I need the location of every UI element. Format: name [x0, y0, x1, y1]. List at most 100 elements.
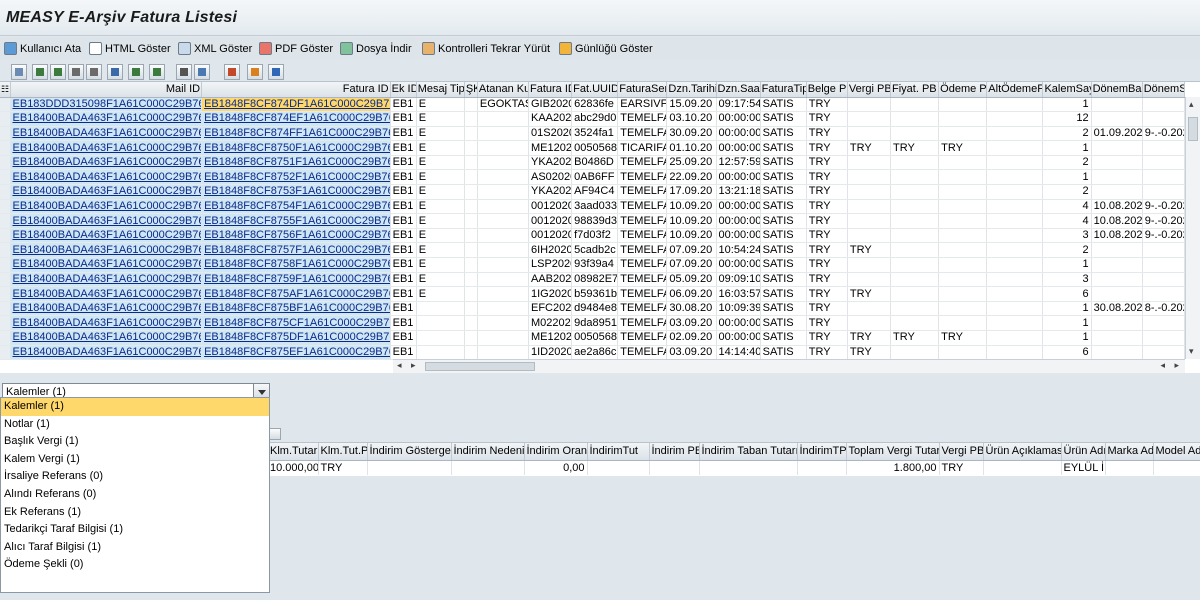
row-selector[interactable]: [0, 184, 11, 200]
dropdown-option[interactable]: Alıcı Taraf Bilgisi (1): [1, 539, 269, 557]
items-column-header[interactable]: İndirim Taban Tutarı: [699, 443, 798, 461]
invoice-id-link[interactable]: EB1848F8CF875EF1A61C000C29B7663D: [201, 345, 391, 361]
show-log-button[interactable]: Günlüğü Göster: [559, 40, 653, 57]
invoice-id-link[interactable]: EB1848F8CF8758F1A61C000C29B7663D: [201, 257, 391, 273]
sum-button[interactable]: [128, 64, 144, 80]
mail-id-link[interactable]: EB18400BADA463F1A61C000C29B7663D: [10, 126, 203, 142]
row-selector[interactable]: [0, 199, 11, 215]
scroll-up-icon[interactable]: ▴: [1189, 99, 1194, 110]
row-selector[interactable]: [0, 242, 11, 259]
scroll-left-end-icon[interactable]: ◂: [1160, 360, 1165, 371]
dropdown-option[interactable]: Kalemler (1): [1, 398, 269, 416]
invoice-id-link[interactable]: EB1848F8CF875AF1A61C000C29B7663D: [201, 286, 391, 302]
table-row[interactable]: EB18400BADA463F1A61C000C29B7663DEB1848F8…: [0, 345, 1186, 361]
invoice-id-link[interactable]: EB1848F8CF874EF1A61C000C29B7663D: [201, 111, 391, 127]
table-row[interactable]: EB18400BADA463F1A61C000C29B7663DEB1848F8…: [0, 228, 1186, 244]
detail-button[interactable]: [11, 64, 27, 80]
column-header[interactable]: Fatura ID: [201, 82, 391, 98]
mail-id-link[interactable]: EB18400BADA463F1A61C000C29B7663D: [10, 242, 203, 259]
column-header[interactable]: DönemBaşT: [1091, 82, 1143, 98]
column-header[interactable]: Ek ID: [390, 82, 417, 98]
column-header[interactable]: KalemSayı: [1042, 82, 1092, 98]
items-column-header[interactable]: Ürün Açıklaması: [983, 443, 1062, 461]
invoice-id-link[interactable]: EB1848F8CF875BF1A61C000C29B7663D: [201, 301, 391, 317]
table-row[interactable]: EB18400BADA463F1A61C000C29B7663DEB1848F8…: [0, 184, 1186, 200]
assign-user-button[interactable]: Kullanıcı Ata: [4, 40, 81, 57]
dropdown-option[interactable]: Ek Referans (1): [1, 504, 269, 522]
scroll-right-icon[interactable]: ▸: [1174, 360, 1179, 371]
invoice-id-link[interactable]: EB1848F8CF874FF1A61C000C29B7663D: [201, 126, 391, 142]
scroll-thumb[interactable]: [1188, 117, 1198, 141]
scroll-down-icon[interactable]: ▾: [1189, 346, 1194, 357]
chart-button[interactable]: [247, 64, 263, 80]
row-selector[interactable]: [0, 140, 11, 156]
filter-button[interactable]: [107, 64, 123, 80]
mail-id-link[interactable]: EB18400BADA463F1A61C000C29B7663D: [10, 301, 203, 317]
table-row[interactable]: EB18400BADA463F1A61C000C29B7663DEB1848F8…: [0, 242, 1186, 259]
items-column-header[interactable]: Marka Adı: [1105, 443, 1154, 461]
mail-id-link[interactable]: EB18400BADA463F1A61C000C29B7663D: [10, 199, 203, 215]
vertical-scrollbar[interactable]: ▴ ▾: [1185, 97, 1200, 359]
items-column-header[interactable]: Klm.Tutarı: [268, 443, 319, 461]
table-row[interactable]: EB183DDD315098F1A61C000C29B7663DEB1848F8…: [0, 97, 1186, 113]
mail-id-link[interactable]: EB18400BADA463F1A61C000C29B7663D: [10, 213, 203, 229]
invoice-id-link[interactable]: EB1848F8CF8752F1A61C000C29B7663D: [201, 169, 391, 186]
column-header[interactable]: AltÖdemePB: [986, 82, 1044, 98]
scroll-left-icon[interactable]: ◂: [397, 360, 402, 371]
dropdown-option[interactable]: Alındı Referans (0): [1, 486, 269, 504]
table-row[interactable]: EB18400BADA463F1A61C000C29B7663DEB1848F8…: [0, 272, 1186, 288]
invoice-id-link[interactable]: EB1848F8CF875DF1A61C000C29B7663D: [201, 330, 391, 346]
table-row[interactable]: EB18400BADA463F1A61C000C29B7663DEB1848F8…: [0, 286, 1186, 302]
items-column-header[interactable]: Ürün Adı: [1061, 443, 1106, 461]
invoice-id-link[interactable]: EB1848F8CF874DF1A61C000C29B7663D: [201, 97, 391, 113]
invoice-id-link[interactable]: EB1848F8CF8750F1A61C000C29B7663D: [201, 140, 391, 156]
column-header[interactable]: Belge PB: [806, 82, 848, 98]
items-column-header[interactable]: İndirim Göstergesi: [367, 443, 452, 461]
invoice-id-link[interactable]: EB1848F8CF8757F1A61C000C29B7663D: [201, 242, 391, 259]
dropdown-option[interactable]: Başlık Vergi (1): [1, 433, 269, 451]
table-row[interactable]: EB18400BADA463F1A61C000C29B7663DEB1848F8…: [0, 257, 1186, 273]
show-html-button[interactable]: HTML Göster: [89, 40, 171, 57]
mail-id-link[interactable]: EB18400BADA463F1A61C000C29B7663D: [10, 272, 203, 288]
mail-id-link[interactable]: EB18400BADA463F1A61C000C29B7663D: [10, 315, 203, 331]
column-header[interactable]: Vergi PB: [847, 82, 892, 98]
find-next-button[interactable]: [86, 64, 102, 80]
row-selector[interactable]: [0, 228, 11, 244]
column-header[interactable]: Fat.UUID: [571, 82, 619, 98]
items-column-header[interactable]: İndirim Oranı: [524, 443, 588, 461]
mail-id-link[interactable]: EB18400BADA463F1A61C000C29B7663D: [10, 228, 203, 244]
sort-asc-button[interactable]: [32, 64, 48, 80]
items-row[interactable]: 10.000,00 TRY 0,00 1.800,00 TRY EYLÜL İ: [268, 460, 1200, 475]
row-selector[interactable]: [0, 286, 11, 302]
dropdown-option[interactable]: Notlar (1): [1, 416, 269, 434]
items-column-header[interactable]: İndirimTut: [587, 443, 650, 461]
items-column-header[interactable]: Klm.Tut.P: [318, 443, 368, 461]
table-row[interactable]: EB18400BADA463F1A61C000C29B7663DEB1848F8…: [0, 169, 1186, 186]
export-button[interactable]: [194, 64, 210, 80]
sort-desc-button[interactable]: [50, 64, 66, 80]
row-selector[interactable]: [0, 257, 11, 273]
column-header[interactable]: Mesaj Tipi: [416, 82, 465, 98]
dropdown-option[interactable]: Kalem Vergi (1): [1, 451, 269, 469]
dropdown-option[interactable]: İrsaliye Referans (0): [1, 468, 269, 486]
mail-id-link[interactable]: EB18400BADA463F1A61C000C29B7663D: [10, 169, 203, 186]
download-file-button[interactable]: Dosya İndir: [340, 40, 412, 57]
column-header[interactable]: Dzn.Tarihi: [666, 82, 717, 98]
table-row[interactable]: EB18400BADA463F1A61C000C29B7663DEB1848F8…: [0, 140, 1186, 156]
items-column-header[interactable]: Model Adı: [1153, 443, 1200, 461]
subtotal-button[interactable]: [149, 64, 165, 80]
find-button[interactable]: [68, 64, 84, 80]
mail-id-link[interactable]: EB18400BADA463F1A61C000C29B7663D: [10, 184, 203, 200]
invoice-id-link[interactable]: EB1848F8CF8755F1A61C000C29B7663D: [201, 213, 391, 229]
mail-id-link[interactable]: EB18400BADA463F1A61C000C29B7663D: [10, 155, 203, 171]
dropdown-option[interactable]: Ödeme Şekli (0): [1, 556, 269, 574]
hscroll-thumb[interactable]: [425, 362, 535, 371]
show-xml-button[interactable]: XML Göster: [178, 40, 252, 57]
items-column-header[interactable]: İndirimTP: [797, 443, 847, 461]
invoice-id-link[interactable]: EB1848F8CF8759F1A61C000C29B7663D: [201, 272, 391, 288]
column-header[interactable]: FaturaTipi: [760, 82, 807, 98]
print-button[interactable]: [176, 64, 192, 80]
items-column-header[interactable]: İndirim PB: [649, 443, 700, 461]
row-selector[interactable]: [0, 111, 11, 127]
table-row[interactable]: EB18400BADA463F1A61C000C29B7663DEB1848F8…: [0, 213, 1186, 229]
